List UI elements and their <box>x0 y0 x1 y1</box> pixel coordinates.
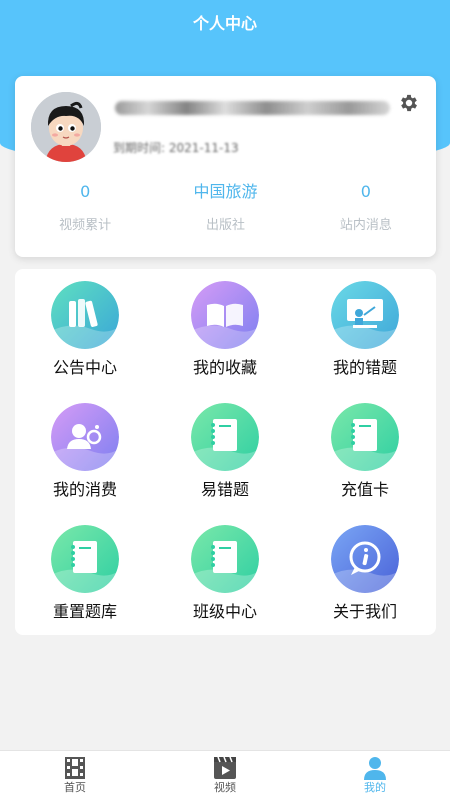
nav-label: 我的 <box>364 781 386 794</box>
nav-item-home[interactable]: 首页 <box>0 751 150 800</box>
notebook-icon <box>191 403 259 471</box>
menu-item-label: 重置题库 <box>52 602 117 621</box>
stat-messages[interactable]: 0 站内消息 <box>296 176 436 246</box>
video-play-icon <box>214 756 236 779</box>
stat-publisher[interactable]: 中国旅游 出版社 <box>155 176 295 246</box>
menu-grid: 公告中心 我的收藏 我的错题 我的消费 易错题 充值卡 重置题库 班级中心 关于… <box>15 269 436 635</box>
stat-value: 中国旅游 <box>193 182 258 201</box>
username-blurred <box>115 101 390 115</box>
settings-button[interactable] <box>398 92 420 114</box>
nav-label: 首页 <box>64 781 86 794</box>
user-icon <box>364 757 386 780</box>
user-coins-icon <box>51 403 119 471</box>
notebook-icon <box>191 525 259 593</box>
avatar[interactable] <box>31 92 101 162</box>
top-bar: 个人中心 <box>0 0 450 44</box>
menu-item-reset-bank[interactable]: 重置题库 <box>25 513 145 623</box>
menu-item-announcements[interactable]: 公告中心 <box>25 269 145 379</box>
menu-item-common-errors[interactable]: 易错题 <box>165 391 285 501</box>
menu-item-label: 我的错题 <box>332 358 397 377</box>
menu-item-label: 易错题 <box>200 480 249 499</box>
avatar-cartoon-icon <box>31 92 101 162</box>
menu-item-class-center[interactable]: 班级中心 <box>165 513 285 623</box>
stat-value: 0 <box>80 182 91 201</box>
menu-item-label: 班级中心 <box>192 602 257 621</box>
books-icon <box>51 281 119 349</box>
info-chat-icon <box>331 525 399 593</box>
menu-item-recharge-card[interactable]: 充值卡 <box>305 391 425 501</box>
bottom-nav: 首页 视频 我的 <box>0 750 450 800</box>
menu-item-label: 我的收藏 <box>192 358 257 377</box>
stat-label: 站内消息 <box>339 218 392 233</box>
film-icon <box>65 757 85 779</box>
nav-item-mine[interactable]: 我的 <box>300 751 450 800</box>
stat-label: 出版社 <box>205 218 245 233</box>
whiteboard-icon <box>331 281 399 349</box>
menu-item-label: 充值卡 <box>340 480 389 499</box>
menu-item-label: 关于我们 <box>332 602 397 621</box>
menu-item-favorites[interactable]: 我的收藏 <box>165 269 285 379</box>
stat-value: 0 <box>360 182 371 201</box>
menu-item-label: 公告中心 <box>52 358 117 377</box>
notebook-icon <box>51 525 119 593</box>
open-book-icon <box>191 281 259 349</box>
profile-stats: 0 视频累计 中国旅游 出版社 0 站内消息 <box>15 176 436 246</box>
menu-item-about-us[interactable]: 关于我们 <box>305 513 425 623</box>
nav-label: 视频 <box>214 781 236 794</box>
stat-label: 视频累计 <box>59 218 112 233</box>
nav-item-video[interactable]: 视频 <box>150 751 300 800</box>
notebook-icon <box>331 403 399 471</box>
page-title: 个人中心 <box>192 14 257 33</box>
gear-icon <box>401 94 417 112</box>
menu-item-mistakes[interactable]: 我的错题 <box>305 269 425 379</box>
menu-item-spending[interactable]: 我的消费 <box>25 391 145 501</box>
profile-card: 到期时间: 2021-11-13 0 视频累计 中国旅游 出版社 0 站内消息 <box>15 76 436 257</box>
menu-item-label: 我的消费 <box>52 480 117 499</box>
expire-date: 到期时间: 2021-11-13 <box>113 141 239 155</box>
stat-videos[interactable]: 0 视频累计 <box>15 176 155 246</box>
